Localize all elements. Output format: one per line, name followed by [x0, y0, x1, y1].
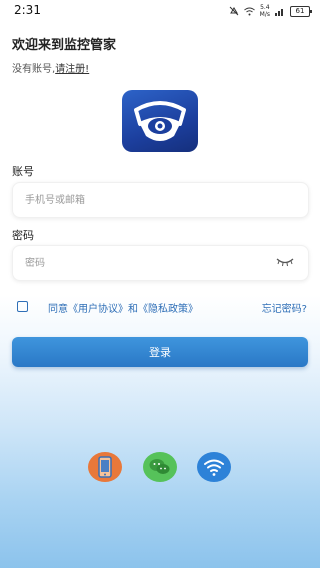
mute-icon [229, 6, 239, 16]
account-input[interactable] [13, 183, 277, 217]
speed-unit: M/s [259, 11, 270, 18]
phone-login-button[interactable] [88, 452, 122, 482]
wechat-icon [149, 459, 170, 474]
register-row: 没有账号,请注册! [12, 60, 89, 75]
status-bar: 2:31 5.4 M/s 61 [0, 0, 320, 22]
eye-shield-icon [134, 101, 186, 141]
agreement-row: 同意《用户协议》和《隐私政策》 忘记密码? [17, 299, 307, 315]
signal-icon [275, 8, 283, 16]
eye-closed-icon[interactable] [276, 256, 294, 268]
network-speed: 5.4 M/s [260, 4, 270, 18]
forgot-password-link[interactable]: 忘记密码? [262, 300, 307, 315]
status-icons: 5.4 M/s 61 [229, 4, 312, 18]
account-field-box [12, 182, 309, 218]
app-logo [122, 90, 198, 152]
wifi-icon [204, 459, 224, 476]
agreement-text[interactable]: 同意《用户协议》和《隐私政策》 [48, 300, 198, 315]
password-label: 密码 [12, 229, 34, 242]
account-label: 账号 [12, 165, 34, 178]
password-field-box [12, 245, 309, 281]
status-time: 2:31 [14, 3, 41, 17]
speed-value: 5.4 [260, 4, 270, 11]
battery-icon: 61 [290, 5, 312, 17]
wechat-login-button[interactable] [143, 452, 177, 482]
login-button[interactable]: 登录 [12, 337, 308, 367]
register-prompt: 没有账号, [12, 64, 56, 75]
agreement-checkbox[interactable] [17, 301, 28, 312]
wifi-login-button[interactable] [197, 452, 231, 482]
register-link[interactable]: 请注册! [55, 64, 89, 75]
phone-icon [98, 456, 112, 478]
page-title: 欢迎来到监控管家 [12, 38, 117, 53]
wifi-status-icon [243, 7, 255, 15]
password-input[interactable] [13, 246, 277, 280]
